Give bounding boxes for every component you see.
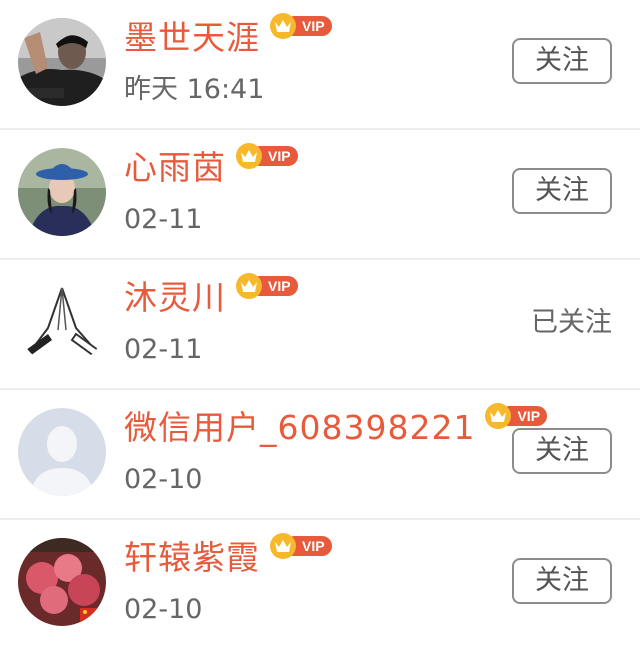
woman-hat-photo-avatar[interactable] [18, 148, 106, 236]
vip-badge: VIP [270, 13, 332, 39]
follow-button[interactable]: 关注 [512, 558, 612, 604]
followed-status[interactable]: 已关注 [531, 302, 612, 344]
vip-badge: VIP [236, 273, 298, 299]
user-name[interactable]: 轩辕紫霞 [124, 534, 260, 582]
crown-icon [270, 13, 296, 39]
follow-time: 02-10 [124, 594, 203, 625]
follow-button[interactable]: 关注 [512, 38, 612, 84]
list-item[interactable]: 微信用户_608398221 VIP 02-10 关注 [0, 390, 640, 520]
list-item[interactable]: 轩辕紫霞 VIP 02-10 关注 [0, 520, 640, 650]
follow-time: 昨天 16:41 [124, 74, 265, 105]
default-user-avatar[interactable] [18, 408, 106, 496]
follow-time: 02-11 [124, 334, 203, 365]
crown-icon [270, 533, 296, 559]
list-item[interactable]: 沐灵川 VIP 02-11 已关注 [0, 260, 640, 390]
follow-button[interactable]: 关注 [512, 168, 612, 214]
person-photo-avatar[interactable] [18, 18, 106, 106]
vip-badge: VIP [236, 143, 298, 169]
user-name[interactable]: 微信用户_608398221 [124, 404, 475, 452]
follow-time: 02-11 [124, 204, 203, 235]
user-name[interactable]: 心雨茵 [124, 144, 226, 192]
list-item[interactable]: 墨世天涯 VIP 昨天 16:41 关注 [0, 0, 640, 130]
follow-button[interactable]: 关注 [512, 428, 612, 474]
vip-badge: VIP [485, 403, 548, 429]
crown-icon [236, 273, 262, 299]
follow-time: 02-10 [124, 464, 203, 495]
praying-hands-avatar[interactable] [18, 278, 106, 366]
list-item[interactable]: 心雨茵 VIP 02-11 关注 [0, 130, 640, 260]
vip-badge: VIP [270, 533, 332, 559]
follow-list: 墨世天涯 VIP 昨天 16:41 关注 心雨茵 VIP 02-11 关注 沐灵… [0, 0, 640, 649]
user-name[interactable]: 墨世天涯 [124, 14, 260, 62]
user-name[interactable]: 沐灵川 [124, 274, 226, 322]
flowers-photo-avatar[interactable] [18, 538, 106, 626]
crown-icon [236, 143, 262, 169]
